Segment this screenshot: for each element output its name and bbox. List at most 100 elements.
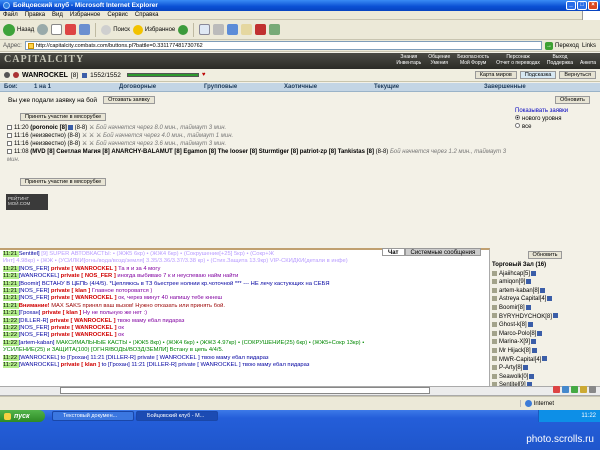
menu-help[interactable]: Справка [135, 12, 159, 18]
favorites-button[interactable]: Избранное [132, 24, 175, 35]
user-name[interactable]: Seawolk[0] [499, 374, 528, 380]
clear-icon[interactable] [562, 386, 569, 393]
user-entry[interactable]: BYRYHDYCHOK[8] [492, 313, 598, 322]
discuss-icon[interactable] [241, 24, 253, 35]
userlist-refresh-button[interactable]: Обновить [527, 251, 563, 259]
private-icon[interactable] [492, 304, 497, 310]
menu-edit[interactable]: Правка [25, 12, 45, 18]
info-icon[interactable] [552, 313, 558, 319]
info-icon[interactable] [82, 72, 88, 78]
chat-time[interactable]: 11:22 [3, 354, 19, 361]
info-icon[interactable] [531, 347, 537, 353]
world-map-button[interactable]: Карта миров [474, 71, 517, 79]
checkbox[interactable] [7, 124, 12, 130]
info-icon[interactable] [547, 296, 553, 302]
edit-icon[interactable] [227, 24, 239, 35]
info-icon[interactable] [525, 304, 531, 310]
private-icon[interactable] [492, 313, 497, 319]
mail-icon[interactable] [199, 24, 211, 35]
private-icon[interactable] [492, 296, 497, 302]
chat-time[interactable]: 11:22 [3, 362, 19, 369]
refresh-icon[interactable] [65, 24, 77, 35]
chat-time[interactable]: 11:22 [3, 317, 19, 324]
chat-time[interactable]: 11:21 [3, 280, 19, 287]
chat-time[interactable]: 11:22 [3, 339, 19, 346]
search-button[interactable]: Поиск [101, 24, 130, 35]
tab-group[interactable]: Групповые [204, 84, 284, 90]
maximize-button[interactable]: □ [577, 1, 587, 10]
chat-panel[interactable]: 11:21 Sentitel] [9] SUPER АВТОВКАСТЫ: • … [0, 248, 490, 386]
history-icon[interactable] [178, 24, 189, 35]
refresh-button[interactable]: Обновить [555, 96, 590, 104]
private-icon[interactable] [492, 322, 497, 328]
tab-chat[interactable]: Чат [382, 248, 405, 256]
close-button[interactable]: × [588, 1, 598, 10]
user-name[interactable]: Marco-Polo[8] [499, 331, 536, 337]
chat-time[interactable]: 11:21 [3, 273, 19, 280]
minimize-button[interactable]: _ [566, 1, 576, 10]
tab-finished[interactable]: Завершенные [484, 84, 526, 90]
print-icon[interactable] [213, 24, 225, 35]
nav-forum[interactable]: Мой Форум [457, 60, 489, 66]
start-button[interactable]: пуск [0, 410, 45, 422]
user-name[interactable]: MWR-Capital[4] [499, 357, 541, 363]
chat-time[interactable]: 11:22 [3, 325, 19, 332]
user-entry[interactable]: Mr Hijack[8] [492, 347, 598, 356]
links-button[interactable]: Links [582, 43, 600, 49]
user-name[interactable]: Marina-X[9] [499, 339, 530, 345]
battle-row[interactable]: 11:16 (неизвестно) (8-8) ⚔ ⚔ Бой начнетс… [7, 140, 507, 148]
private-icon[interactable] [492, 373, 497, 379]
nav-transfers[interactable]: Отчет о переводах [496, 60, 540, 66]
checkbox[interactable] [7, 148, 12, 154]
info-icon[interactable] [523, 365, 529, 371]
menu-favorites[interactable]: Избранное [70, 12, 100, 18]
filter-icon[interactable] [571, 386, 578, 393]
trade-icon[interactable] [580, 386, 587, 393]
chat-time[interactable]: 11:21 [3, 302, 19, 309]
info-icon[interactable] [527, 322, 533, 328]
menu-tools[interactable]: Сервис [107, 12, 128, 18]
info-icon[interactable] [526, 279, 532, 285]
info-icon[interactable] [540, 287, 546, 293]
chat-time[interactable]: 11:22 [3, 332, 19, 339]
opt-all[interactable]: все [515, 123, 595, 131]
hint-button[interactable]: Подсказка [519, 71, 557, 79]
user-entry[interactable]: Ajaiihcap[5] [492, 270, 598, 279]
user-name[interactable]: Mr Hijack[8] [499, 348, 531, 354]
menu-file[interactable]: Файл [3, 12, 18, 18]
private-icon[interactable] [492, 330, 497, 336]
task-browser[interactable]: Бойцовский клуб - M... [136, 411, 218, 421]
address-input[interactable]: http://capitalcity.combats.com/buttons.p… [24, 41, 542, 50]
user-entry[interactable]: Astreya Capital[4] [492, 295, 598, 304]
stop-icon[interactable] [51, 24, 63, 35]
info-icon[interactable] [529, 373, 535, 379]
nav-skills[interactable]: Умения [428, 60, 450, 66]
battle-row[interactable]: 11:16 (неизвестно) (8-8) ⚔ ⚔ ⚔ Бой начне… [7, 132, 507, 140]
tab-system-messages[interactable]: Системные сообщения [404, 248, 482, 256]
home-icon[interactable] [79, 24, 91, 35]
user-entry[interactable]: artem-kaban[8] [492, 287, 598, 296]
messenger-icon[interactable] [255, 24, 267, 35]
join-button[interactable]: Принять участие в мясорубке [20, 113, 107, 121]
info-icon[interactable] [537, 330, 543, 336]
user-name[interactable]: Ghost-k[8] [499, 322, 527, 328]
chat-time[interactable]: 11:21 [3, 295, 19, 302]
join-button-2[interactable]: Принять участие в мясорубке [20, 178, 107, 186]
chat-time[interactable]: 11:21 [3, 310, 19, 317]
user-name[interactable]: Ajaiihcap[5] [499, 271, 530, 277]
user-entry[interactable]: Ghost-k[8] [492, 321, 598, 330]
menu-view[interactable]: Вид [52, 12, 63, 18]
private-icon[interactable] [492, 287, 497, 293]
tab-contract[interactable]: Договорные [119, 84, 204, 90]
user-entry[interactable]: Marco-Polo[8] [492, 330, 598, 339]
chat-time[interactable]: 11:21 [3, 251, 19, 257]
private-icon[interactable] [492, 365, 497, 371]
chat-input[interactable] [60, 387, 430, 394]
user-entry[interactable]: Seawolk[0] [492, 373, 598, 382]
user-entry[interactable]: P-Arty[8] [492, 364, 598, 373]
user-name[interactable]: artem-kaban[8] [499, 288, 539, 294]
user-name[interactable]: BYRYHDYCHOK[8] [499, 314, 552, 320]
tab-current[interactable]: Текущие [374, 84, 484, 90]
opt-new-level[interactable]: нового уровня [515, 115, 595, 123]
return-button[interactable]: Вернуться [559, 71, 596, 79]
